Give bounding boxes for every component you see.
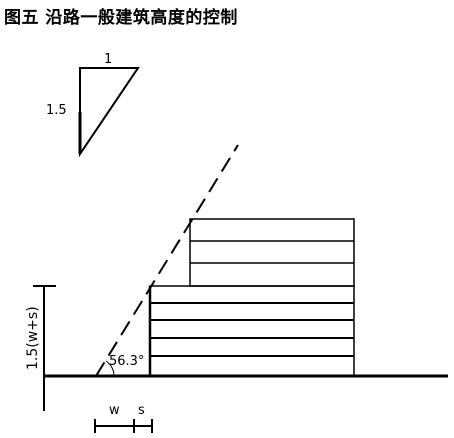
building-lower-outline bbox=[149, 285, 355, 377]
height-dimension-label: 1.5(w+s) bbox=[25, 306, 41, 370]
height-control-line bbox=[95, 144, 239, 377]
width-dimension: w s bbox=[94, 403, 153, 433]
building-upper-block bbox=[189, 218, 355, 287]
slope-ratio-symbol: 1 1.5 bbox=[46, 52, 140, 158]
width-label: w bbox=[109, 403, 120, 418]
slope-triangle bbox=[79, 67, 140, 158]
setback-label: s bbox=[138, 403, 145, 418]
slope-run-label: 1 bbox=[104, 52, 112, 67]
slope-rise-label: 1.5 bbox=[46, 103, 67, 118]
angle-label: 56.3° bbox=[109, 354, 144, 369]
height-dimension: 1.5(w+s) bbox=[25, 285, 56, 411]
building-upper-outline bbox=[189, 218, 355, 287]
building-height-diagram: 1 1.5 56.3° 1.5(w+s) w s bbox=[25, 52, 448, 433]
building-lower-block bbox=[148, 285, 355, 377]
